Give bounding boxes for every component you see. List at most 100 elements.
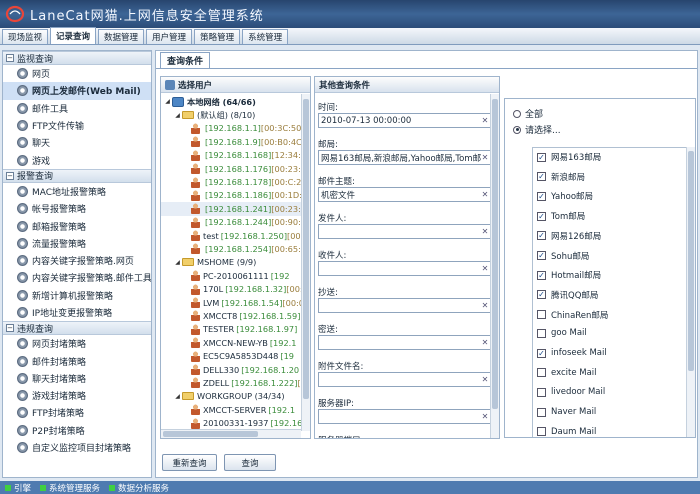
tree-node[interactable]: [192.168.1.1] [00:3C:50 <box>161 122 301 135</box>
reset-query-button[interactable]: 重新查询 <box>162 454 217 471</box>
condition-input[interactable]: ✕ <box>318 409 492 424</box>
clear-icon[interactable]: ✕ <box>481 339 489 347</box>
tree-node[interactable]: TESTER [192.168.1.97] <box>161 323 301 336</box>
tree-node[interactable]: ◢ 本地网络 (64/66) <box>161 95 301 108</box>
tree-node[interactable]: ◢ (默认组) (8/10) <box>161 108 301 121</box>
tree-node[interactable]: ZDELL [192.168.1.222][ <box>161 376 301 389</box>
mailbox-option[interactable]: excite Mail <box>537 368 597 378</box>
checkbox[interactable] <box>537 427 546 437</box>
sidebar-item[interactable]: 邮件工具 <box>3 100 151 117</box>
expand-arrow-icon[interactable]: ◢ <box>174 112 181 119</box>
mailbox-option[interactable]: ✓ 网易163邮局 <box>537 151 601 163</box>
user-tree-vertical-scrollbar[interactable] <box>301 94 310 431</box>
sidebar-item[interactable]: 网页上发邮件(Web Mail) <box>3 82 151 100</box>
mailbox-option[interactable]: goo Mail <box>537 328 587 338</box>
mailbox-option[interactable]: ✓ 网易126邮局 <box>537 230 601 242</box>
checkbox[interactable]: ✓ <box>537 348 546 358</box>
expand-arrow-icon[interactable]: ◢ <box>174 393 181 400</box>
mailbox-option[interactable]: livedoor Mail <box>537 387 605 397</box>
sidebar-item[interactable]: 内容关键字报警策略.网页 <box>3 252 151 269</box>
checkbox[interactable]: ✓ <box>537 290 546 300</box>
sidebar-item[interactable]: 聊天 <box>3 134 151 151</box>
checkbox[interactable]: ✓ <box>537 270 546 280</box>
clear-icon[interactable]: ✕ <box>481 228 489 236</box>
sidebar-item[interactable]: P2P封堵策略 <box>3 422 151 439</box>
condition-input[interactable]: 机密文件 ✕ <box>318 187 492 202</box>
mailbox-option[interactable]: ✓ Yahoo邮局 <box>537 190 593 202</box>
sidebar-group-2[interactable]: − 违规查询 <box>3 321 151 336</box>
menu-tab-2[interactable]: 数据管理 <box>98 29 145 44</box>
condition-input[interactable]: ✕ <box>318 372 492 387</box>
tree-node[interactable]: [192.168.1.244][00:90:0 <box>161 216 301 229</box>
condition-input[interactable]: 网易163邮局,新浪邮局,Yahoo邮局,Tom邮 ✕ <box>318 150 492 165</box>
menu-tab-5[interactable]: 系统管理 <box>242 29 289 44</box>
sidebar-item[interactable]: 内容关键字报警策略.邮件工具 <box>3 269 151 286</box>
sidebar-item[interactable]: 游戏封堵策略 <box>3 387 151 404</box>
tree-node[interactable]: DELL330 [192.168.1.20 <box>161 363 301 376</box>
tree-node[interactable]: [192.168.1.168][12:34:5 <box>161 149 301 162</box>
checkbox[interactable]: ✓ <box>537 191 546 201</box>
condition-input[interactable]: 2010-07-13 00:00:00 ✕ <box>318 113 492 128</box>
query-button[interactable]: 查询 <box>224 454 276 471</box>
collapse-toggle-icon[interactable]: − <box>6 54 14 62</box>
mailbox-option[interactable]: ✓ Tom邮局 <box>537 210 585 222</box>
collapse-toggle-icon[interactable]: − <box>6 171 14 180</box>
checkbox[interactable] <box>537 328 546 338</box>
sidebar-item[interactable]: 网页 <box>3 65 151 82</box>
radio-select[interactable]: 请选择... <box>513 123 561 136</box>
checkbox[interactable]: ✓ <box>537 172 546 182</box>
mailbox-option[interactable]: Daum Mail <box>537 427 596 437</box>
sidebar-item[interactable]: FTP文件传输 <box>3 117 151 134</box>
sidebar-group-0[interactable]: − 监视查询 <box>3 51 151 65</box>
tree-node[interactable]: 170L[192.168.1.32][00: <box>161 282 301 295</box>
checkbox[interactable] <box>537 368 546 378</box>
mailbox-option[interactable]: ✓ 新浪邮局 <box>537 171 585 183</box>
sidebar-group-1[interactable]: − 报警查询 <box>3 168 151 183</box>
mailbox-option[interactable]: ✓ infoseek Mail <box>537 348 607 358</box>
clear-icon[interactable]: ✕ <box>481 302 489 310</box>
sidebar-item[interactable]: FTP封堵策略 <box>3 404 151 421</box>
tab-query-conditions[interactable]: 查询条件 <box>160 52 211 68</box>
sidebar-item[interactable]: 新增计算机报警策略 <box>3 287 151 304</box>
tree-node[interactable]: ◢ MSHOME (9/9) <box>161 256 301 269</box>
clear-icon[interactable]: ✕ <box>481 191 489 199</box>
sidebar-item[interactable]: 聊天封堵策略 <box>3 370 151 387</box>
clear-icon[interactable]: ✕ <box>481 117 489 125</box>
expand-arrow-icon[interactable]: ◢ <box>164 98 171 105</box>
tree-node[interactable]: [192.168.1.241][00:23:7 <box>161 202 301 216</box>
checkbox[interactable]: ✓ <box>537 251 546 260</box>
tree-node[interactable]: XMCCT-SERVER [192.1 <box>161 403 301 416</box>
radio-select-dot[interactable] <box>513 125 521 134</box>
user-tree-horizontal-scrollbar[interactable] <box>161 429 301 438</box>
sidebar-item[interactable]: 自定义监控项目封堵策略 <box>3 439 151 456</box>
clear-icon[interactable]: ✕ <box>481 265 489 273</box>
mailbox-option[interactable]: ✓ Hotmail邮局 <box>537 269 601 281</box>
condition-input[interactable]: ✕ <box>318 298 492 313</box>
sidebar-item[interactable]: 流量报警策略 <box>3 235 151 252</box>
expand-arrow-icon[interactable]: ◢ <box>174 259 181 266</box>
collapse-toggle-icon[interactable]: − <box>6 324 14 333</box>
clear-icon[interactable]: ✕ <box>481 154 489 162</box>
sidebar-item[interactable]: 邮件封堵策略 <box>3 352 151 369</box>
sidebar-item[interactable]: 帐号报警策略 <box>3 200 151 217</box>
user-tree[interactable]: ◢ 本地网络 (64/66) ◢ (默认组) (8/10) [192.168.1.1][… <box>161 95 301 431</box>
menu-tab-3[interactable]: 用户管理 <box>146 29 193 44</box>
mailbox-option[interactable]: Naver Mail <box>537 407 596 417</box>
sidebar-item[interactable]: MAC地址报警策略 <box>3 183 151 200</box>
checkbox[interactable]: ✓ <box>537 231 546 241</box>
tree-node[interactable]: 20100331-1937 [192.16 <box>161 416 301 429</box>
tree-node[interactable]: ◢ WORKGROUP (34/34) <box>161 390 301 403</box>
tree-node[interactable]: [192.168.1.186][00:1D:F <box>161 189 301 202</box>
menu-tab-1[interactable]: 记录查询 <box>50 27 97 44</box>
tree-node[interactable]: [192.168.1.178] [00:C:2 <box>161 175 301 188</box>
radio-all[interactable]: 全部 <box>513 107 543 120</box>
clear-icon[interactable]: ✕ <box>481 413 489 421</box>
sidebar-item[interactable]: 网页封堵策略 <box>3 335 151 352</box>
tree-node[interactable]: PC-2010061111 [192 <box>161 269 301 282</box>
clear-icon[interactable]: ✕ <box>481 376 489 384</box>
mailbox-option[interactable]: ✓ Sohu邮局 <box>537 250 589 262</box>
tree-node[interactable]: [192.168.1.254][00:65:5 <box>161 242 301 255</box>
mailbox-checklist[interactable]: ✓ 网易163邮局 ✓ 新浪邮局 ✓ Yahoo邮局 ✓ Tom邮局 ✓ 网易126邮局 ✓ Sohu… <box>532 147 695 437</box>
sidebar-item[interactable]: 邮箱报警策略 <box>3 217 151 234</box>
tree-node[interactable]: LVM[192.168.1.54][00:0 <box>161 296 301 309</box>
